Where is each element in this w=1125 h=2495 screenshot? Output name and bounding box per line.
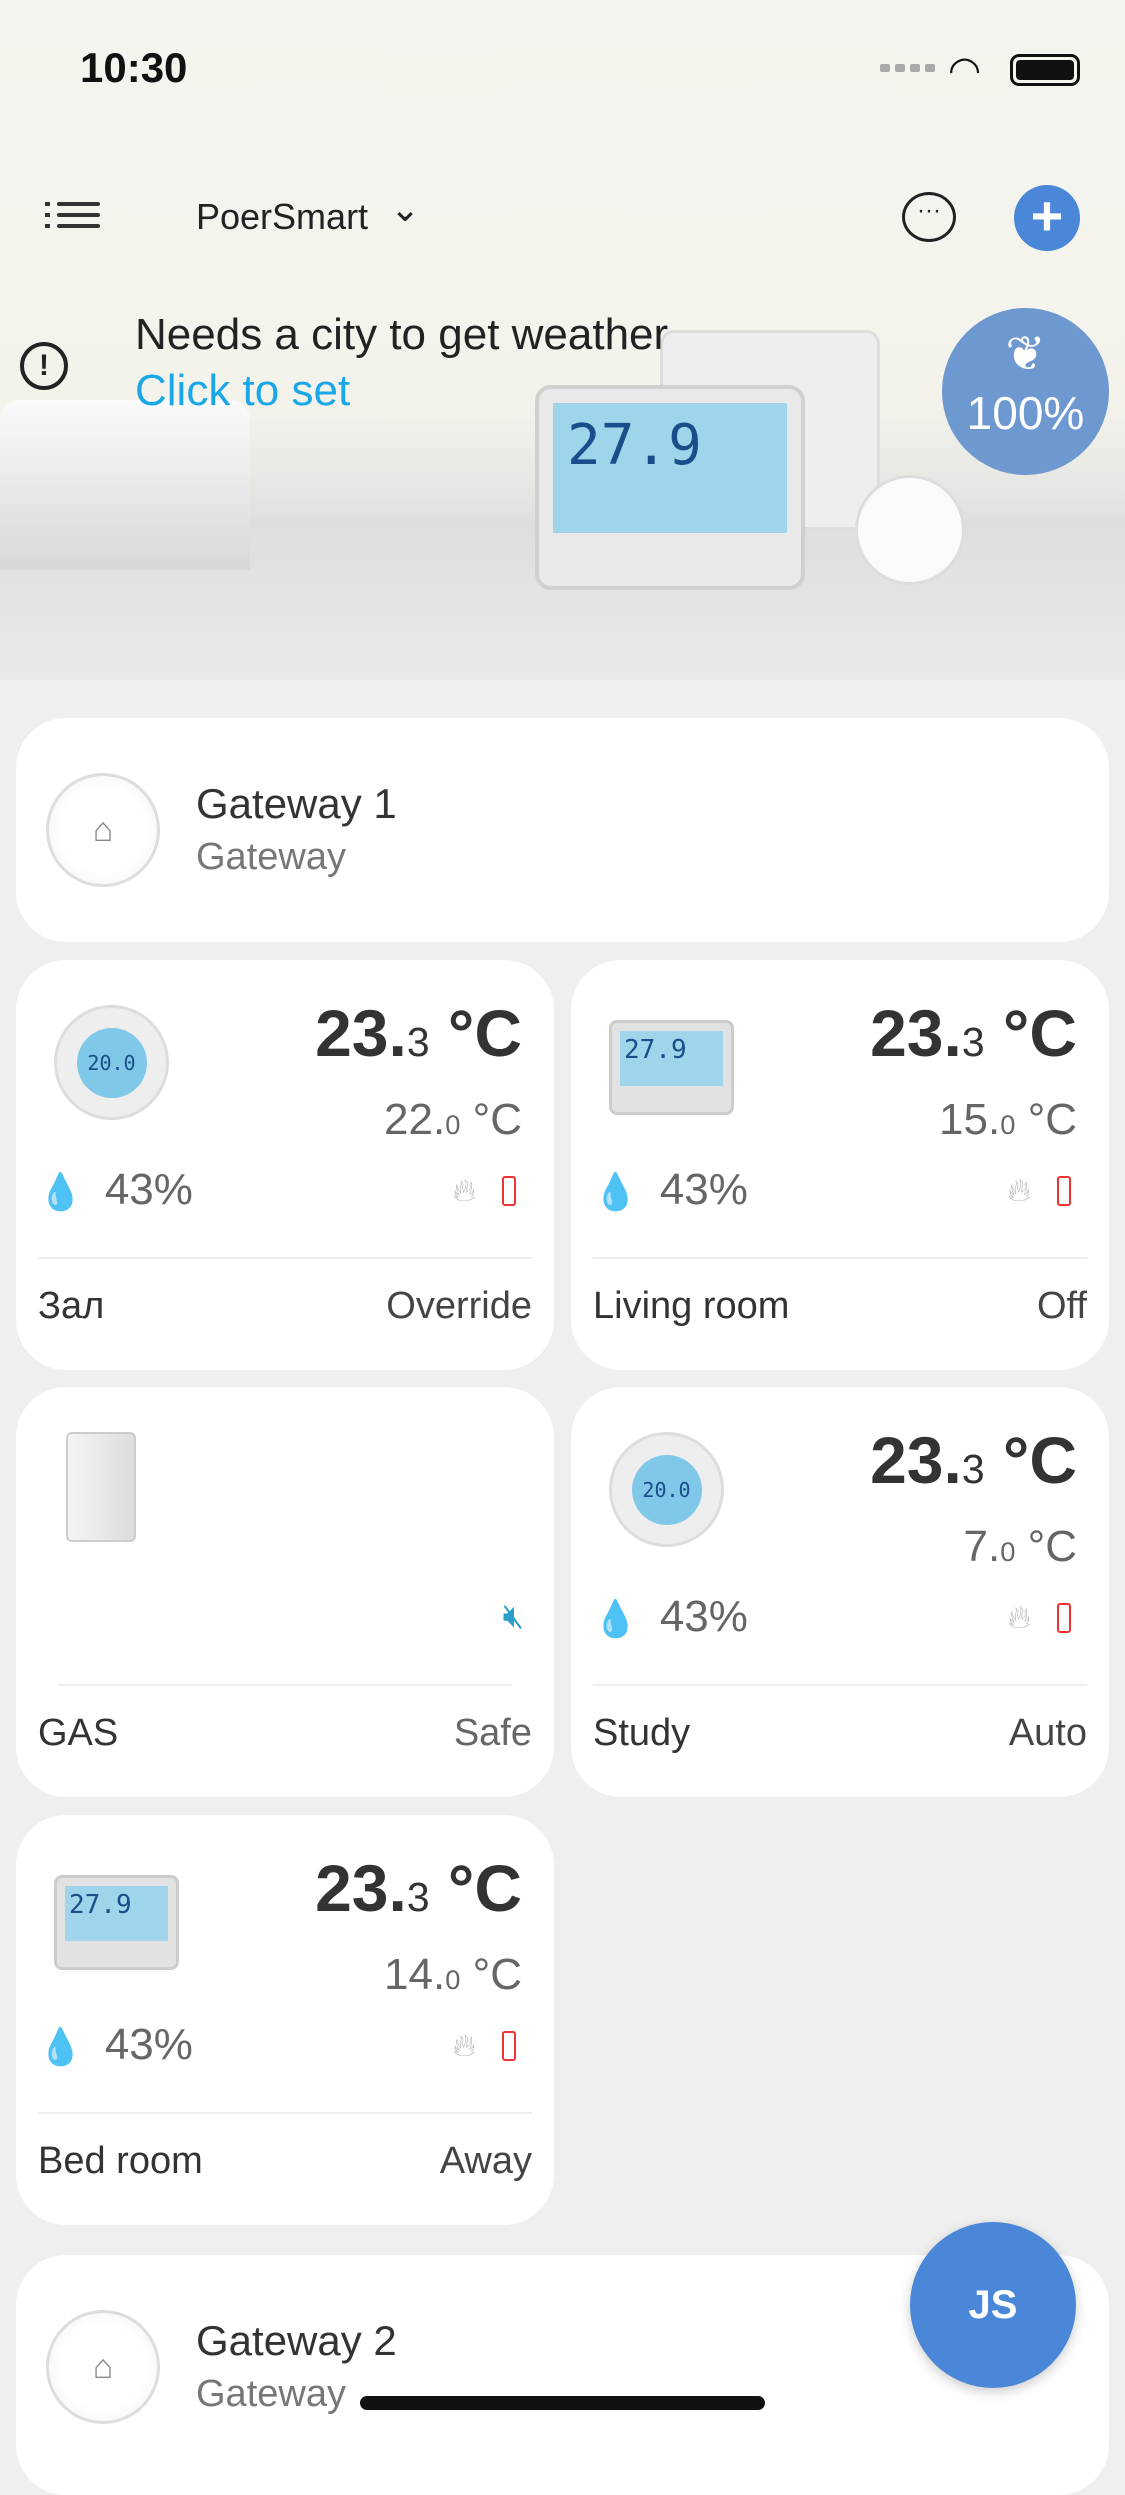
eco-score-button[interactable]: ❦ 100% (942, 308, 1109, 475)
divider (593, 1257, 1087, 1259)
chevron-down-icon[interactable]: ⌄ (390, 188, 420, 230)
gateway-image (855, 475, 965, 585)
round-thermostat-icon: 20.0 (609, 1432, 724, 1547)
humidity: 💧 43% (593, 1592, 748, 1641)
round-thermostat-icon: 20.0 (54, 1005, 169, 1120)
flame-icon: 🔥︎ (1007, 1172, 1032, 1208)
sofa-image (0, 400, 250, 570)
signal-icon (880, 64, 940, 76)
gas-sensor-tile[interactable]: 🔇︎ GAS Safe (16, 1387, 554, 1797)
humidity-drops-icon: 💧 (38, 1171, 83, 1212)
gateway-type: Gateway (196, 836, 346, 878)
humidity-drops-icon: 💧 (593, 1171, 638, 1212)
speaker-mute-icon[interactable]: 🔇︎ (503, 1597, 524, 1636)
battery-low-icon (502, 2031, 516, 2061)
mode-label: Off (1037, 1285, 1087, 1327)
wifi-icon: ◠ (948, 50, 982, 92)
current-temp: 23.3 °C (870, 996, 1077, 1070)
gas-status: Safe (453, 1712, 532, 1754)
divider (38, 2112, 532, 2114)
set-city-link[interactable]: Click to set (135, 366, 350, 416)
sprout-icon: ❦ (1005, 328, 1046, 381)
room-name: Study (593, 1712, 691, 1754)
mode-label: Away (439, 2140, 532, 2182)
status-time: 10:30 (80, 44, 188, 91)
thermostat-image: 27.9 (535, 385, 805, 590)
flame-icon: 🔥︎ (452, 1172, 477, 1208)
mode-label: Auto (1008, 1712, 1087, 1754)
home-indicator (360, 2396, 765, 2410)
battery-icon (1010, 54, 1080, 86)
gas-detector-icon (66, 1432, 136, 1542)
humidity-drops-icon: 💧 (38, 2026, 83, 2067)
humidity-drops-icon: 💧 (593, 1598, 638, 1639)
battery-low-icon (1057, 1176, 1071, 1206)
humidity: 💧 43% (38, 1165, 193, 1214)
gateway-icon: ⌂ (46, 773, 160, 887)
warning-icon: ! (20, 342, 68, 390)
set-temp: 14.0 °C (384, 1950, 522, 1999)
chat-bubble-icon[interactable]: ··· (902, 192, 956, 242)
list-icon[interactable] (45, 195, 100, 240)
device-tile[interactable]: 20.0 23.3 °C 7.0 °C 💧 43% 🔥︎ Study Auto (571, 1387, 1109, 1797)
home-selector[interactable]: PoerSmart (196, 196, 368, 238)
square-thermostat-icon: 27.9 (54, 1875, 179, 1970)
current-temp: 23.3 °C (315, 1851, 522, 1925)
current-temp: 23.3 °C (315, 996, 522, 1070)
divider (593, 1684, 1087, 1686)
weather-message: Needs a city to get weather (135, 310, 669, 359)
room-name: Living room (593, 1285, 790, 1327)
gateway-name: Gateway 1 (196, 780, 397, 827)
gateway-icon: ⌂ (46, 2310, 160, 2424)
gateway-card[interactable]: ⌂ Gateway 1 Gateway (16, 718, 1109, 942)
device-tile[interactable]: 27.9 23.3 °C 14.0 °C 💧 43% 🔥︎ Bed room Aw… (16, 1815, 554, 2225)
device-name: GAS (38, 1712, 119, 1754)
gateway-type: Gateway (196, 2373, 346, 2415)
room-name: Bed room (38, 2140, 203, 2182)
battery-low-icon (502, 1176, 516, 1206)
gateway-name: Gateway 2 (196, 2317, 397, 2364)
eco-score-value: 100% (966, 387, 1085, 439)
flame-icon: 🔥︎ (452, 2027, 477, 2063)
room-name: Зал (38, 1285, 105, 1327)
humidity: 💧 43% (593, 1165, 748, 1214)
set-temp: 22.0 °C (384, 1095, 522, 1144)
js-script-button[interactable]: JS (910, 2222, 1076, 2388)
square-thermostat-icon: 27.9 (609, 1020, 734, 1115)
mode-label: Override (386, 1285, 532, 1327)
add-device-button[interactable]: + (1014, 185, 1080, 251)
device-tile[interactable]: 20.0 23.3 °C 22.0 °C 💧 43% 🔥︎ Зал Overrid… (16, 960, 554, 1370)
humidity: 💧 43% (38, 2020, 193, 2069)
current-temp: 23.3 °C (870, 1423, 1077, 1497)
set-temp: 7.0 °C (963, 1522, 1077, 1571)
flame-icon: 🔥︎ (1007, 1599, 1032, 1635)
device-tile[interactable]: 27.9 23.3 °C 15.0 °C 💧 43% 🔥︎ Living room… (571, 960, 1109, 1370)
divider (58, 1684, 512, 1686)
divider (38, 1257, 532, 1259)
battery-low-icon (1057, 1603, 1071, 1633)
set-temp: 15.0 °C (939, 1095, 1077, 1144)
